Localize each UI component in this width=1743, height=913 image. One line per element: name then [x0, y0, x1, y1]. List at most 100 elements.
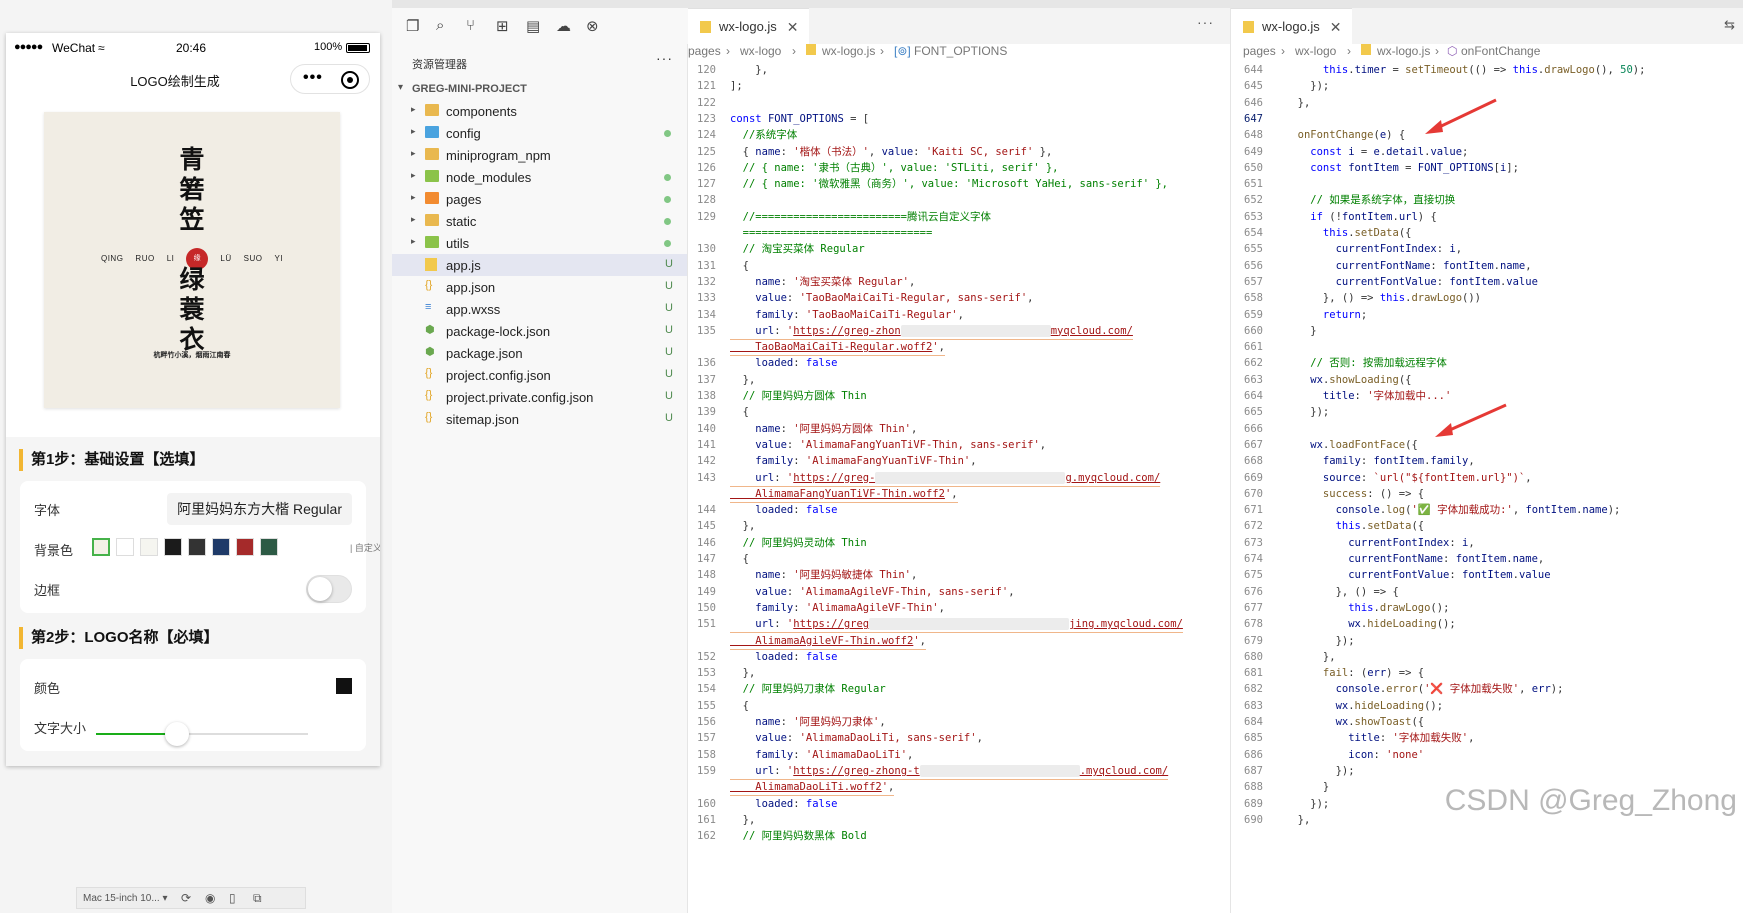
code-token: {: [730, 145, 756, 158]
code-token: },: [1285, 650, 1336, 663]
tree-item[interactable]: ▸ utils: [392, 232, 687, 254]
code-token: loaded: [730, 357, 794, 370]
tree-item[interactable]: ▸ pages: [392, 188, 687, 210]
storage-icon[interactable]: ▤: [526, 17, 540, 35]
code-text: icon: 'none': [1285, 747, 1424, 763]
border-toggle[interactable]: [306, 575, 352, 603]
project-root[interactable]: ▾ GREG-MINI-PROJECT: [392, 78, 687, 100]
code-line: 143 url: 'https://greg-g.myqcloud.com/: [688, 470, 1230, 487]
tree-item[interactable]: ▸ node_modules: [392, 166, 687, 188]
code-token: ;: [1360, 308, 1368, 321]
files-icon[interactable]: ❐: [406, 17, 419, 35]
code-text: this.setData({: [1285, 518, 1425, 534]
breadcrumb-item[interactable]: pages: [688, 44, 721, 58]
code-line: 679 });: [1231, 633, 1743, 649]
code-text: const i = e.detail.value;: [1285, 144, 1468, 160]
code-token: wx: [1285, 699, 1349, 712]
code-token: FONT_OPTIONS: [767, 112, 844, 125]
explorer-more-icon[interactable]: ···: [656, 50, 673, 66]
name-color-swatch[interactable]: [336, 678, 352, 694]
slider-knob[interactable]: [164, 722, 189, 746]
chevron-right-icon: ▸: [411, 236, 416, 246]
stop-icon[interactable]: ◉: [205, 891, 215, 905]
bg-swatch[interactable]: [188, 538, 206, 556]
font-size-slider[interactable]: [96, 722, 308, 746]
font-picker[interactable]: 阿里妈妈东方大楷 Regular: [167, 493, 352, 525]
code-token: '楷体（书法）': [793, 145, 869, 158]
source-control-icon[interactable]: ⑂: [466, 17, 475, 34]
editor-tab[interactable]: wx-logo.js ✕: [688, 8, 809, 44]
tree-item[interactable]: app.js U: [392, 254, 687, 276]
code-token: (),: [1594, 64, 1621, 76]
code-line: 121];: [688, 78, 1230, 94]
line-number: 690: [1244, 813, 1263, 826]
chevron-right-icon: ▸: [411, 170, 416, 180]
bg-swatch[interactable]: [116, 538, 134, 556]
bg-swatch[interactable]: [260, 538, 278, 556]
device-select[interactable]: Mac 15-inch 10... ▾: [83, 893, 168, 904]
name-settings-card: 颜色 文字大小: [20, 659, 366, 751]
tree-item[interactable]: ▸ config: [392, 122, 687, 144]
code-text: name: '阿里妈妈敏捷体 Thin',: [730, 567, 917, 583]
plugin-icon[interactable]: ⊗: [586, 17, 599, 35]
capsule-menu[interactable]: •••: [290, 64, 370, 94]
editor-more-icon[interactable]: ···: [1197, 14, 1214, 30]
code-token: fontItem: [1449, 275, 1500, 288]
carrier-label: WeChat: [52, 41, 96, 55]
line-number: 125: [697, 145, 716, 158]
breadcrumb-item[interactable]: onFontChange: [1461, 44, 1540, 58]
tree-item[interactable]: ▸ static: [392, 210, 687, 232]
tree-item[interactable]: ▸ miniprogram_npm: [392, 144, 687, 166]
breadcrumb-item[interactable]: wx-logo: [740, 44, 781, 58]
extensions-icon[interactable]: ⊞: [496, 17, 509, 35]
code-token: err: [1531, 683, 1551, 696]
tree-item[interactable]: {} project.private.config.json U: [392, 386, 687, 408]
phone-icon[interactable]: ▯: [229, 891, 236, 905]
window-icon[interactable]: ⧉: [253, 891, 262, 906]
bg-swatch[interactable]: [140, 538, 158, 556]
breadcrumb-item[interactable]: wx-logo: [1295, 44, 1336, 58]
close-icon[interactable]: ✕: [1330, 10, 1342, 44]
refresh-icon[interactable]: ⟳: [181, 891, 191, 905]
close-icon[interactable]: ✕: [787, 10, 799, 44]
code-token: ,: [868, 145, 882, 158]
code-token: :: [774, 324, 787, 337]
tree-item[interactable]: ≡ app.wxss U: [392, 298, 687, 320]
tree-item-label: project.config.json: [446, 368, 551, 383]
tree-item[interactable]: ▸ components: [392, 100, 687, 122]
code-text: this.drawLogo();: [1285, 600, 1449, 616]
search-icon[interactable]: ⌕: [436, 17, 444, 34]
code-area[interactable]: 120 }, 121]; 122 123 const FONT_OPTIONS = [1…: [688, 62, 1230, 913]
bg-swatch[interactable]: [212, 538, 230, 556]
tree-item[interactable]: {} app.json U: [392, 276, 687, 298]
code-token: :: [1430, 259, 1444, 272]
tree-item[interactable]: {} project.config.json U: [392, 364, 687, 386]
breadcrumb-item[interactable]: wx-logo.js: [1377, 44, 1430, 58]
close-miniprogram-icon[interactable]: [341, 71, 359, 89]
line-number: 144: [697, 504, 716, 517]
tree-item[interactable]: ⬢ package.json U: [392, 342, 687, 364]
more-dots-icon[interactable]: •••: [303, 69, 323, 87]
custom-color-link[interactable]: | 自定义: [350, 541, 380, 554]
tree-item[interactable]: {} sitemap.json U: [392, 408, 687, 430]
bg-swatch[interactable]: [236, 538, 254, 556]
bg-swatch[interactable]: [92, 538, 110, 556]
breadcrumb: pages › wx-logo › wx-logo.js › ⬡ onFontC…: [1231, 44, 1743, 58]
bg-swatch[interactable]: [164, 538, 182, 556]
code-text: });: [1285, 763, 1355, 779]
code-token: :: [1449, 569, 1463, 582]
code-text: family: 'TaoBaoMaiCaiTi-Regular',: [730, 307, 964, 323]
compare-icon[interactable]: ⇆: [1724, 17, 1735, 33]
code-token: }: [1285, 324, 1317, 337]
editor-tab[interactable]: wx-logo.js ✕: [1231, 8, 1352, 44]
tree-item[interactable]: ⬢ package-lock.json U: [392, 320, 687, 342]
code-line: 685 title: '字体加载失败',: [1231, 730, 1743, 746]
code-token: fontItem: [1443, 259, 1494, 272]
breadcrumb-item[interactable]: FONT_OPTIONS: [914, 44, 1007, 58]
code-token: false: [805, 797, 838, 810]
breadcrumb-item[interactable]: pages: [1243, 44, 1276, 58]
cloud-icon[interactable]: ☁: [556, 17, 571, 35]
code-token: return: [1285, 308, 1361, 321]
logo-slogan: 杭畔竹小溪，烟雨江南春: [153, 350, 231, 359]
breadcrumb-item[interactable]: wx-logo.js: [822, 44, 875, 58]
